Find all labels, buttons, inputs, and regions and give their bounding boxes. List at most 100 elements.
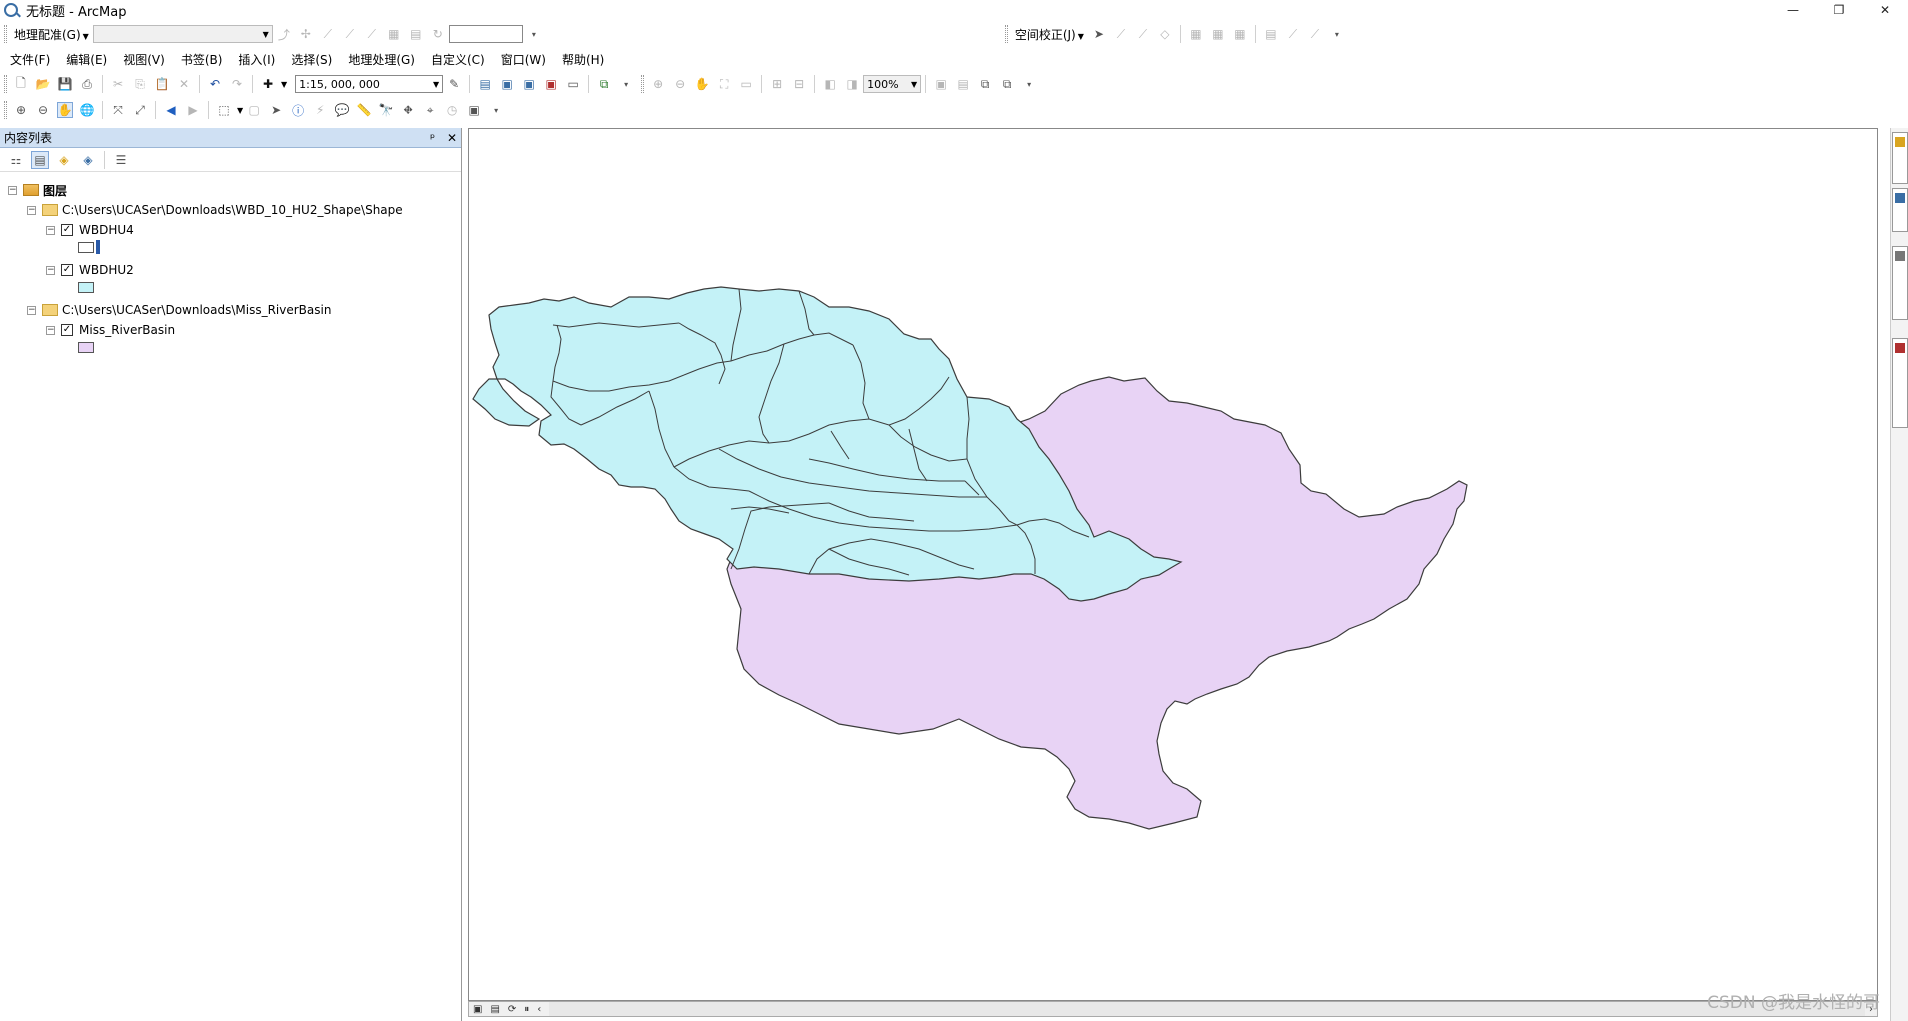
close-window-button[interactable]: ✕: [1862, 0, 1908, 20]
go-to-xy-icon[interactable]: ⌖: [422, 102, 438, 118]
layer-row-wbdhu4[interactable]: − ✓ WBDHU4: [46, 221, 134, 239]
rotate-icon[interactable]: ⤴: [276, 26, 292, 42]
view-link-table-icon[interactable]: ▦: [386, 26, 402, 42]
create-features-dock-tab[interactable]: [1892, 246, 1908, 320]
arctoolbox-dock-tab[interactable]: [1892, 338, 1908, 428]
layer-visibility-checkbox[interactable]: ✓: [61, 224, 73, 236]
layout-zoom-combobox[interactable]: 100% ▼: [863, 75, 922, 93]
add-data-icon[interactable]: ✚: [260, 76, 276, 92]
editor-toolbar-icon[interactable]: ✎: [446, 76, 462, 92]
collapse-icon[interactable]: −: [8, 185, 17, 195]
find-icon[interactable]: 🔭: [378, 102, 394, 118]
restore-button[interactable]: ❐: [1816, 0, 1862, 20]
toolbar-grip[interactable]: [4, 101, 7, 119]
georef-layer-dropdown[interactable]: ▼: [92, 25, 273, 43]
delete-icon[interactable]: ✕: [176, 76, 192, 92]
data-view-icon[interactable]: ▣: [473, 1004, 482, 1015]
html-popup-icon[interactable]: 💬: [334, 102, 350, 118]
cut-icon[interactable]: ✂: [110, 76, 126, 92]
search-dock-tab[interactable]: [1892, 188, 1908, 232]
fixed-zoom-in-icon[interactable]: ⊞: [769, 76, 785, 92]
tree-group-wbd[interactable]: − C:\Users\UCASer\Downloads\WBD_10_HU2_S…: [27, 201, 403, 219]
legend-swatch-wbdhu2[interactable]: [78, 282, 94, 293]
menu-selection[interactable]: 选择(S): [283, 50, 340, 70]
undo-icon[interactable]: ↶: [207, 76, 223, 92]
save-icon[interactable]: 💾: [57, 76, 73, 92]
full-extent-icon[interactable]: 🌐: [79, 102, 95, 118]
tree-root-layers[interactable]: − 图层: [8, 181, 67, 199]
spatial-adjustment-menu[interactable]: 空间校正(J) ▼: [1011, 26, 1088, 43]
pin-icon[interactable]: ᵖ: [430, 131, 435, 145]
georeferencing-menu[interactable]: 地理配准(G) ▼: [10, 26, 93, 43]
go-forward-extent-icon[interactable]: ◨: [844, 76, 860, 92]
view-table-icon[interactable]: ▤: [408, 26, 424, 42]
view-link-table-icon[interactable]: ▤: [1263, 26, 1279, 42]
menu-edit[interactable]: 编辑(E): [58, 50, 115, 70]
layer-visibility-checkbox[interactable]: ✓: [61, 324, 73, 336]
edge-match-icon[interactable]: ▦: [1232, 26, 1248, 42]
select-features-dropdown-icon[interactable]: ▼: [237, 106, 243, 115]
pan-icon[interactable]: ✋: [57, 102, 73, 118]
horizontal-scrollbar[interactable]: [549, 1002, 1865, 1016]
toolbar-grip[interactable]: [4, 25, 7, 43]
layout-zoom-out-icon[interactable]: ⊖: [672, 76, 688, 92]
menu-bookmarks[interactable]: 书签(B): [173, 50, 231, 70]
new-document-icon[interactable]: 🗋: [13, 76, 29, 92]
identify-icon[interactable]: ⓘ: [290, 102, 306, 118]
close-icon[interactable]: ✕: [447, 131, 457, 145]
refresh-icon[interactable]: ⟳: [508, 1004, 516, 1015]
limited-adjustment-icon[interactable]: ▦: [1188, 26, 1204, 42]
toolbar-options-icon[interactable]: ▾: [618, 76, 634, 92]
select-elements-icon[interactable]: ➤: [1091, 26, 1107, 42]
layer-row-miss-riverbasin[interactable]: − ✓ Miss_RiverBasin: [46, 321, 175, 339]
minimize-button[interactable]: —: [1770, 0, 1816, 20]
toolbar-options-icon[interactable]: ▾: [526, 26, 542, 42]
redo-icon[interactable]: ↷: [229, 76, 245, 92]
list-by-visibility-icon[interactable]: ◈: [55, 151, 73, 169]
toolbar-options-icon[interactable]: ▾: [1329, 26, 1345, 42]
collapse-icon[interactable]: −: [46, 265, 55, 275]
collapse-icon[interactable]: −: [27, 205, 36, 215]
layer-visibility-checkbox[interactable]: ✓: [61, 264, 73, 276]
new-displacement-link-icon[interactable]: ⟋: [1113, 26, 1129, 42]
select-features-icon[interactable]: ⬚: [216, 102, 232, 118]
layout-zoom-in-icon[interactable]: ⊕: [650, 76, 666, 92]
collapse-icon[interactable]: −: [46, 325, 55, 335]
hyperlink-icon[interactable]: ⚡: [312, 102, 328, 118]
go-back-extent-icon[interactable]: ◧: [822, 76, 838, 92]
link-table-icon[interactable]: ⟋: [342, 26, 358, 42]
python-window-icon[interactable]: ▭: [565, 76, 581, 92]
menu-help[interactable]: 帮助(H): [554, 50, 612, 70]
legend-swatch-miss-riverbasin[interactable]: [78, 342, 94, 353]
rotation-input[interactable]: [448, 25, 523, 43]
find-route-icon[interactable]: ⛖: [400, 102, 416, 118]
menu-windows[interactable]: 窗口(W): [493, 50, 554, 70]
tree-group-miss-riverbasin[interactable]: − C:\Users\UCASer\Downloads\Miss_RiverBa…: [27, 301, 331, 319]
toolbar-grip[interactable]: [641, 75, 645, 93]
create-viewer-window-icon[interactable]: ▣: [466, 102, 482, 118]
layout-view-icon[interactable]: ▤: [490, 1004, 499, 1015]
modelbuilder-icon[interactable]: ⧉: [596, 76, 612, 92]
arctoolbox-icon[interactable]: ▣: [543, 76, 559, 92]
map-canvas[interactable]: [469, 129, 1877, 1000]
change-layout-icon[interactable]: ⧉: [977, 76, 993, 92]
menu-insert[interactable]: 插入(I): [230, 50, 283, 70]
auto-register-icon[interactable]: ⟋: [364, 26, 380, 42]
toolbar-options-icon[interactable]: ▾: [488, 102, 504, 118]
open-folder-icon[interactable]: 📂: [35, 76, 51, 92]
fixed-zoom-out-icon[interactable]: ⤢: [132, 102, 148, 118]
table-of-contents-icon[interactable]: ▤: [477, 76, 493, 92]
zoom-in-icon[interactable]: ⊕: [13, 102, 29, 118]
add-data-dropdown-icon[interactable]: ▼: [281, 80, 287, 89]
toolbar-grip[interactable]: [4, 75, 7, 93]
list-by-selection-icon[interactable]: ◈: [79, 151, 97, 169]
menu-customize[interactable]: 自定义(C): [423, 50, 493, 70]
legend-swatch-wbdhu4[interactable]: [78, 242, 94, 253]
list-by-source-icon[interactable]: ▤: [31, 150, 49, 169]
map-display[interactable]: [468, 128, 1878, 1001]
fixed-zoom-out-icon[interactable]: ⊟: [791, 76, 807, 92]
catalog-dock-tab[interactable]: [1892, 132, 1908, 184]
add-control-points-icon[interactable]: ⟋: [320, 26, 336, 42]
collapse-icon[interactable]: −: [27, 305, 36, 315]
toolbar-grip[interactable]: [1004, 25, 1008, 43]
